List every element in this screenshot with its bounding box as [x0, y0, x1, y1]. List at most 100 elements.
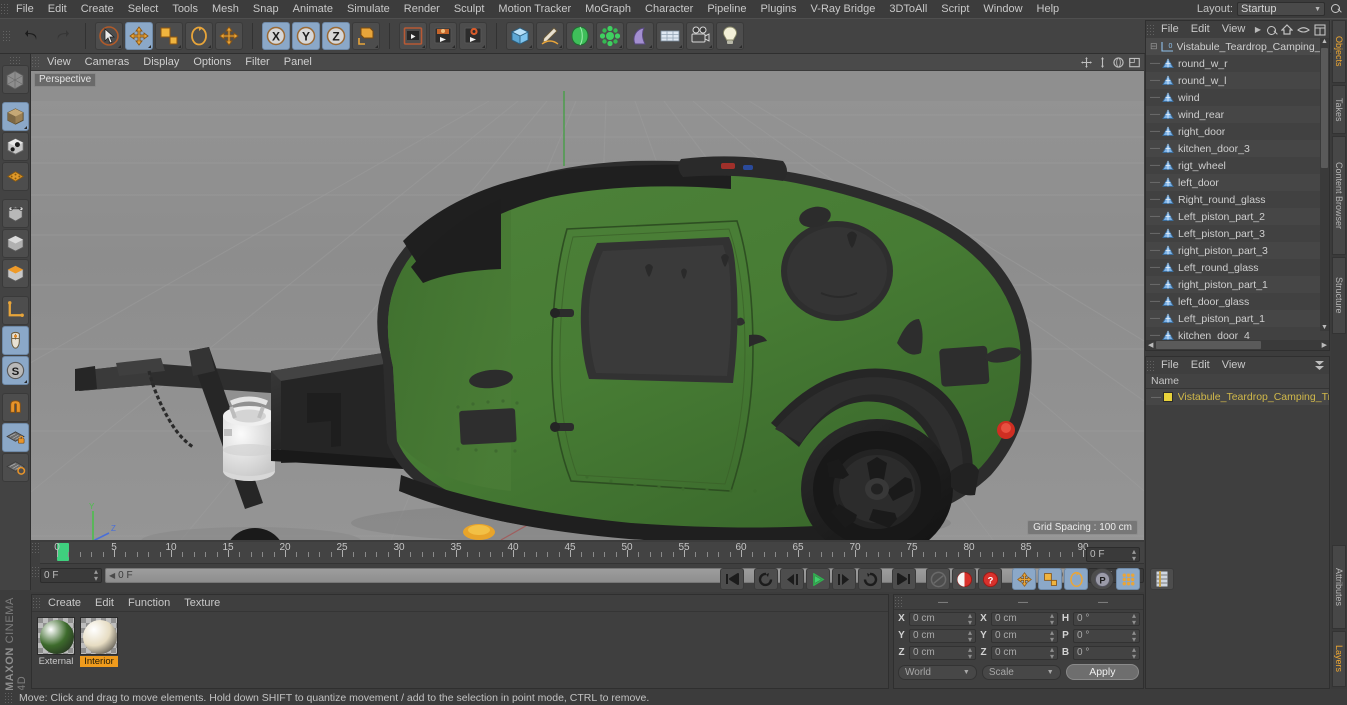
scroll-thumb-h[interactable]: [1156, 341, 1261, 349]
pan-icon[interactable]: [1081, 57, 1092, 68]
spinner-icon[interactable]: ▴ ▾: [94, 568, 98, 583]
coord-position-field[interactable]: 0 cm ▴ ▾: [909, 645, 976, 660]
x-axis-icon[interactable]: X: [262, 22, 290, 50]
spinner-icon-p[interactable]: ▴ ▾: [968, 628, 972, 643]
viewport-3d-scene[interactable]: Y X Z Grid Spacing : 100 cm: [31, 71, 1144, 540]
coord-size-field[interactable]: 0 cm ▴ ▾: [991, 628, 1058, 643]
move-icon[interactable]: [125, 22, 153, 50]
menu-item-mograph[interactable]: MoGraph: [578, 0, 638, 18]
object-tree-hscrollbar[interactable]: ◀ ▶: [1146, 340, 1329, 350]
select-arrow-icon[interactable]: [95, 22, 123, 50]
spinner-icon-p[interactable]: ▴ ▾: [968, 645, 972, 660]
spinner-icon-r[interactable]: ▴ ▾: [1132, 611, 1136, 626]
menubar-grip[interactable]: [0, 3, 9, 15]
go-to-end-icon[interactable]: [892, 568, 916, 590]
spinner-icon-s[interactable]: ▴ ▾: [1050, 645, 1054, 660]
timeline-grip[interactable]: [31, 542, 40, 554]
object-row[interactable]: — Right_round_glass: [1146, 191, 1329, 208]
go-to-start-icon[interactable]: [720, 568, 744, 590]
spinner-icon-s[interactable]: ▴ ▾: [1050, 628, 1054, 643]
spinner-icon-r[interactable]: ▴ ▾: [1132, 645, 1136, 660]
object-row[interactable]: — left_door_glass: [1146, 293, 1329, 310]
coord-rotation-field[interactable]: 0 ° ▴ ▾: [1073, 645, 1140, 660]
layer-row[interactable]: — Vistabule_Teardrop_Camping_Tra: [1146, 389, 1329, 405]
menu-item-create[interactable]: Create: [74, 0, 121, 18]
camera-icon[interactable]: [686, 22, 714, 50]
viewport-menu-filter[interactable]: Filter: [238, 54, 276, 71]
menu-item-3dtoall[interactable]: 3DToAll: [882, 0, 934, 18]
deformer-icon[interactable]: [626, 22, 654, 50]
material-swatch[interactable]: External: [37, 617, 75, 667]
object-row[interactable]: — right_piston_part_1: [1146, 276, 1329, 293]
coordinates-grip[interactable]: [894, 596, 903, 608]
object-row[interactable]: — right_piston_part_3: [1146, 242, 1329, 259]
render-settings-icon[interactable]: [459, 22, 487, 50]
record-active-icon[interactable]: [926, 568, 950, 590]
step-forward-icon[interactable]: [832, 568, 856, 590]
viewport-grip[interactable]: [31, 56, 40, 68]
menu-item-mesh[interactable]: Mesh: [205, 0, 246, 18]
timeline-panel-icon[interactable]: [1150, 568, 1174, 590]
material-menu-create[interactable]: Create: [41, 595, 88, 612]
rotation-key-icon[interactable]: [1064, 568, 1088, 590]
coord-position-field[interactable]: 0 cm ▴ ▾: [909, 611, 976, 626]
object-row[interactable]: — rigt_wheel: [1146, 157, 1329, 174]
maximize-icon[interactable]: [1129, 57, 1140, 68]
coord-position-field[interactable]: 0 cm ▴ ▾: [909, 628, 976, 643]
menu-item-edit[interactable]: Edit: [41, 0, 74, 18]
cube-primitive-icon[interactable]: [506, 22, 534, 50]
move-axis-icon[interactable]: [215, 22, 243, 50]
prev-key-icon[interactable]: [754, 568, 778, 590]
menu-item-tools[interactable]: Tools: [165, 0, 205, 18]
scale-letter-icon[interactable]: S: [1, 356, 29, 385]
right-tab-objects[interactable]: Objects: [1332, 20, 1346, 83]
object-menu-file[interactable]: File: [1155, 21, 1185, 38]
layer-menu-view[interactable]: View: [1216, 357, 1252, 374]
layer-menu-file[interactable]: File: [1155, 357, 1185, 374]
object-row[interactable]: — left_door: [1146, 174, 1329, 191]
right-tab-takes[interactable]: Takes: [1332, 85, 1346, 134]
layer-menu-edit[interactable]: Edit: [1185, 357, 1216, 374]
scroll-down-arrow-icon[interactable]: ▼: [1321, 324, 1328, 331]
object-row[interactable]: — round_w_r: [1146, 55, 1329, 72]
menu-item-sculpt[interactable]: Sculpt: [447, 0, 492, 18]
right-tab-content-browser[interactable]: Content Browser: [1332, 136, 1346, 255]
object-tree[interactable]: ⊟ 0 Vistabule_Teardrop_Camping_Tr — round_w_…: [1146, 38, 1329, 348]
right-tab-layers[interactable]: Layers: [1332, 631, 1346, 687]
edges-mode-icon[interactable]: [1, 199, 29, 228]
spline-pen-icon[interactable]: [536, 22, 564, 50]
next-key-icon[interactable]: [858, 568, 882, 590]
coord-rotation-field[interactable]: 0 ° ▴ ▾: [1073, 611, 1140, 626]
pla-key-icon[interactable]: [1116, 568, 1140, 590]
right-tab-structure[interactable]: Structure: [1332, 257, 1346, 334]
scroll-left-arrow-icon[interactable]: ◀: [1146, 341, 1153, 349]
menu-item-plugins[interactable]: Plugins: [753, 0, 803, 18]
menu-item-character[interactable]: Character: [638, 0, 700, 18]
collapse-icon[interactable]: ⊟: [1150, 41, 1158, 52]
undo-icon[interactable]: [18, 22, 46, 50]
menu-item-v-ray-bridge[interactable]: V-Ray Bridge: [804, 0, 883, 18]
step-back-icon[interactable]: [780, 568, 804, 590]
object-row[interactable]: — right_door: [1146, 123, 1329, 140]
layout-dropdown[interactable]: Startup ▼: [1237, 2, 1325, 16]
rotate-icon[interactable]: [185, 22, 213, 50]
play-icon[interactable]: [806, 568, 830, 590]
keyframe-selection-icon[interactable]: ?: [978, 568, 1002, 590]
menu-item-window[interactable]: Window: [976, 0, 1029, 18]
object-row[interactable]: — Left_round_glass: [1146, 259, 1329, 276]
spinner-icon-p[interactable]: ▴ ▾: [968, 611, 972, 626]
object-row[interactable]: — Left_piston_part_2: [1146, 208, 1329, 225]
range-left-arrow-icon[interactable]: ◀: [109, 571, 115, 580]
coord-size-field[interactable]: 0 cm ▴ ▾: [991, 611, 1058, 626]
texture-mode-icon[interactable]: [1, 132, 29, 161]
object-menu-view[interactable]: View: [1216, 21, 1252, 38]
material-preview[interactable]: [37, 617, 75, 655]
model-tool-icon[interactable]: [1, 65, 29, 94]
layer-manager-grip[interactable]: [1146, 359, 1155, 372]
menu-item-animate[interactable]: Animate: [286, 0, 340, 18]
menu-item-simulate[interactable]: Simulate: [340, 0, 397, 18]
dolly-icon[interactable]: [1097, 57, 1108, 68]
toolbar-grip[interactable]: [2, 30, 11, 42]
viewport-menu-options[interactable]: Options: [186, 54, 238, 71]
z-axis-icon[interactable]: Z: [322, 22, 350, 50]
